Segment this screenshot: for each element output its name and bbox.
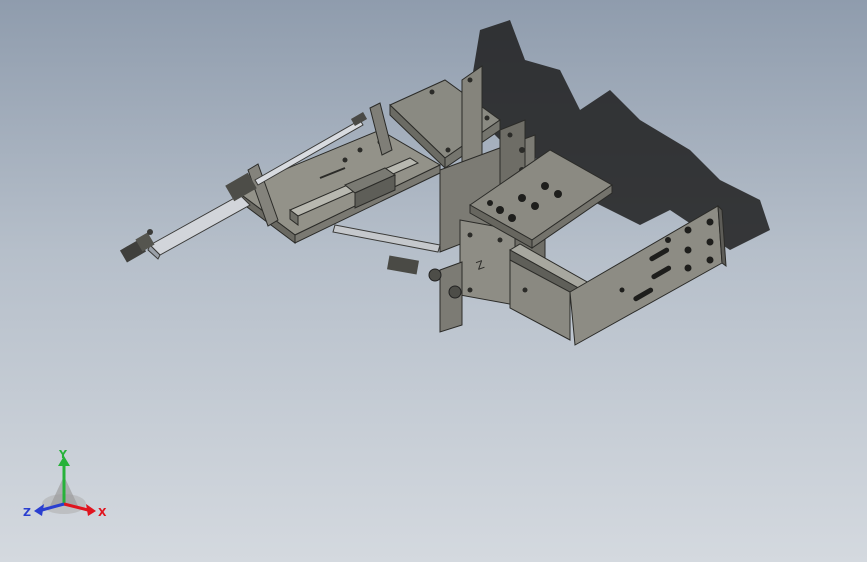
view-orientation-triad[interactable]: Y X Z	[22, 448, 108, 528]
x-axis-label: X	[98, 506, 107, 519]
z-axis-label: Z	[23, 506, 31, 519]
x-axis-arrow-icon	[86, 504, 96, 516]
graphics-viewport[interactable]: Z Y X Z	[0, 0, 867, 562]
right-side-plate	[569, 204, 727, 346]
lower-cylinder	[332, 224, 441, 275]
pneumatic-cylinder	[119, 172, 257, 263]
y-axis-label: Y	[58, 448, 68, 461]
z-axis-arrow-icon	[34, 504, 44, 516]
cad-model-scene[interactable]: Z	[0, 0, 867, 562]
